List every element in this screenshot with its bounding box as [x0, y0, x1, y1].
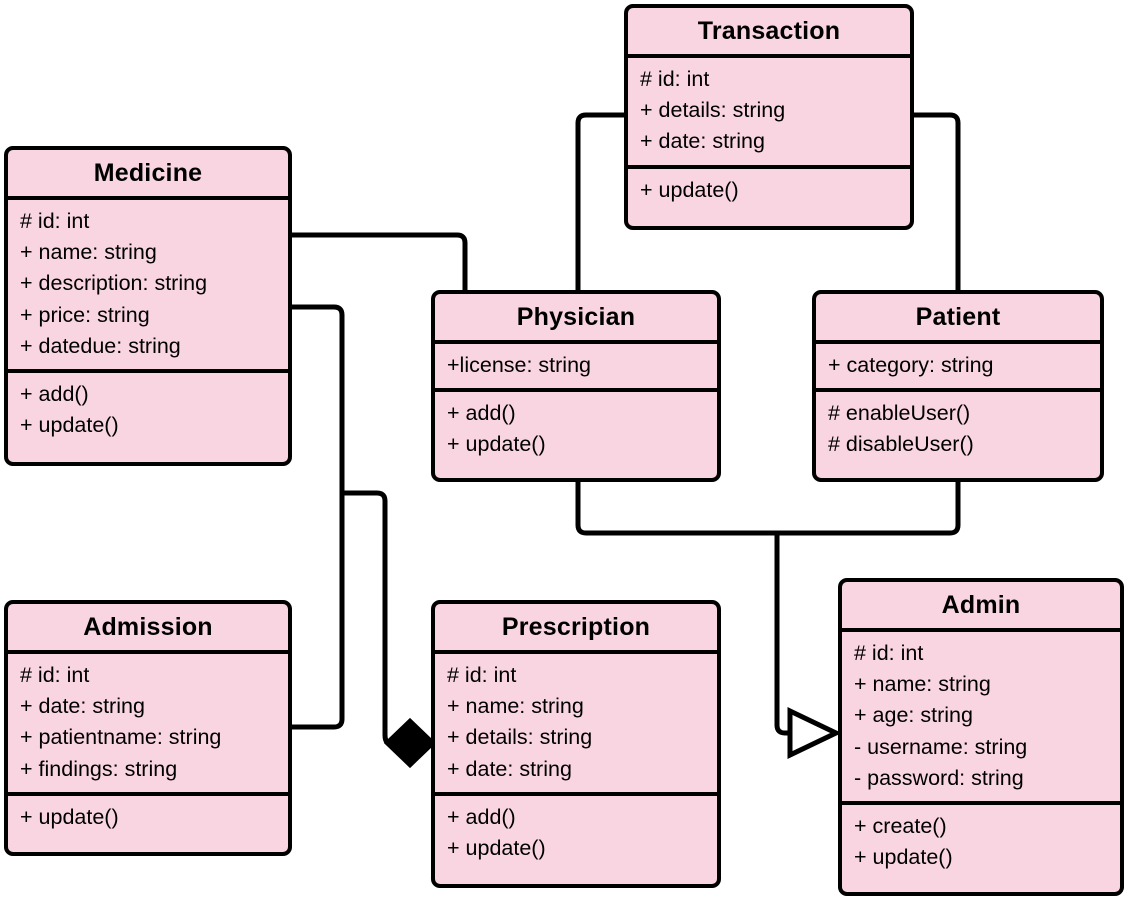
attributes-compartment-medicine: # id: int + name: string + description: … [8, 200, 288, 369]
method: + update() [20, 804, 119, 829]
attribute: + patientname: string [20, 725, 222, 750]
attribute: + name: string [20, 240, 157, 265]
attribute: + findings: string [20, 756, 178, 781]
class-title-medicine: Medicine [93, 159, 203, 187]
connector-medicine-physician [292, 232, 468, 290]
methods-compartment-prescription: + add() + update() [435, 796, 717, 871]
methods-compartment-transaction: + update() [628, 169, 910, 213]
connector-generalization-stem [774, 533, 792, 736]
attribute: + name: string [854, 672, 991, 697]
attributes-compartment-physician: +license: string [435, 344, 717, 388]
connector-transaction-physician [575, 112, 624, 292]
attributes-compartment-patient: + category: string [816, 344, 1100, 388]
attributes-compartment-admission: # id: int + date: string + patientname: … [8, 654, 288, 792]
class-title-transaction: Transaction [697, 17, 841, 45]
uml-class-diagram: Transaction # id: int + details: string … [0, 0, 1129, 900]
method: + add() [447, 804, 516, 829]
attribute: - password: string [854, 765, 1024, 790]
class-box-physician[interactable]: Physician +license: string + add() + upd… [431, 290, 721, 482]
attribute: + price: string [20, 302, 150, 327]
class-box-medicine[interactable]: Medicine # id: int + name: string + desc… [4, 146, 292, 466]
connector-prescription-composition [344, 490, 391, 746]
class-box-transaction[interactable]: Transaction # id: int + details: string … [624, 4, 914, 230]
class-title-patient: Patient [915, 303, 1001, 331]
attribute: + details: string [447, 725, 593, 750]
hollow-triangle-marker [787, 707, 842, 759]
attribute: + age: string [854, 703, 973, 728]
methods-compartment-admin: + create() + update() [842, 805, 1120, 880]
attribute: + details: string [640, 98, 786, 123]
attribute: +license: string [447, 353, 592, 377]
class-box-prescription[interactable]: Prescription # id: int + name: string + … [431, 600, 721, 888]
attribute: # id: int [20, 209, 90, 233]
class-title-physician: Physician [516, 303, 636, 331]
method: # disableUser() [828, 432, 974, 457]
attribute: + date: string [447, 756, 572, 781]
methods-compartment-admission: + update() [8, 796, 288, 840]
class-box-patient[interactable]: Patient + category: string # enableUser(… [812, 290, 1104, 482]
method: # enableUser() [828, 401, 971, 426]
methods-compartment-medicine: + add() + update() [8, 373, 288, 448]
attribute: + date: string [640, 129, 765, 154]
connector-transaction-patient [914, 112, 961, 292]
method: + add() [447, 401, 516, 426]
method: + add() [20, 381, 89, 406]
attribute: + description: string [20, 271, 208, 296]
attribute: + name: string [447, 694, 584, 719]
attribute: - username: string [854, 734, 1028, 759]
filled-diamond-marker [383, 717, 437, 769]
methods-compartment-physician: + add() + update() [435, 392, 717, 467]
method: + update() [20, 413, 119, 438]
method: + create() [854, 813, 947, 838]
attribute: + datedue: string [20, 333, 181, 358]
attributes-compartment-prescription: # id: int + name: string + details: stri… [435, 654, 717, 792]
class-title-admission: Admission [83, 613, 213, 641]
attribute: # id: int [20, 663, 90, 687]
class-title-prescription: Prescription [501, 613, 651, 641]
methods-compartment-patient: # enableUser() # disableUser() [816, 392, 1100, 467]
class-title-admin: Admin [941, 591, 1021, 619]
attributes-compartment-admin: # id: int + name: string + age: string -… [842, 632, 1120, 801]
method: + update() [447, 835, 546, 860]
method: + update() [854, 845, 953, 870]
attribute: + category: string [828, 353, 994, 377]
method: + update() [447, 432, 546, 457]
class-box-admin[interactable]: Admin # id: int + name: string + age: st… [838, 578, 1124, 896]
attribute: # id: int [854, 641, 924, 665]
method: + update() [640, 177, 739, 202]
class-box-admission[interactable]: Admission # id: int + date: string + pat… [4, 600, 292, 856]
attribute: # id: int [640, 67, 710, 91]
attribute: # id: int [447, 663, 517, 687]
attributes-compartment-transaction: # id: int + details: string + date: stri… [628, 58, 910, 165]
connector-medicine-admission [292, 304, 345, 730]
connector-generalization-branch-physician [575, 480, 961, 536]
attribute: + date: string [20, 694, 145, 719]
